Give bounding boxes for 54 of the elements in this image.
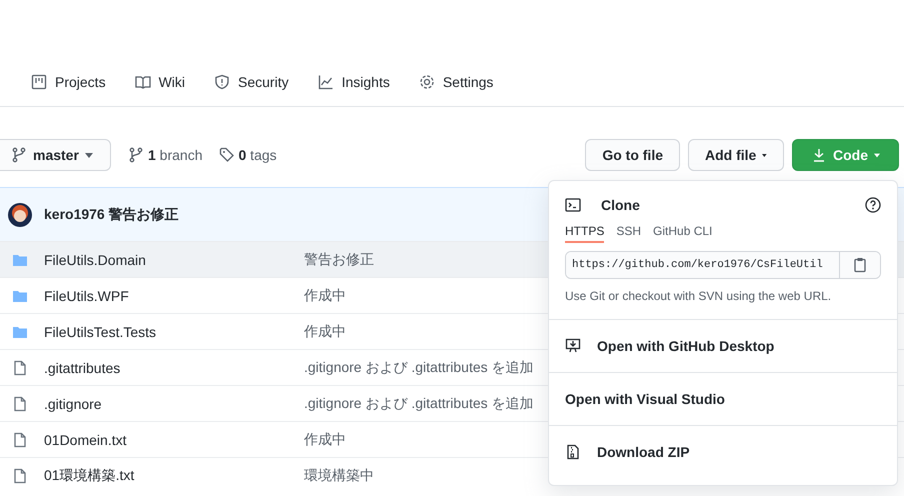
commit-message-link[interactable]: .gitignore および .gitattributes を追加 xyxy=(304,394,534,412)
desktop-icon xyxy=(565,338,581,354)
protocol-tab[interactable]: SSH xyxy=(616,224,642,243)
zip-file-icon xyxy=(565,444,581,460)
file-name-link[interactable]: FileUtils.Domain xyxy=(44,252,304,268)
file-icon xyxy=(12,468,28,484)
file-name-link[interactable]: .gitattributes xyxy=(44,360,304,376)
commit-message-link[interactable]: 作成中 xyxy=(304,322,346,340)
protocol-tab[interactable]: HTTPS xyxy=(565,224,604,243)
help-text: Use Git or checkout with SVN using the web URL. xyxy=(565,289,832,303)
file-name-link[interactable]: 01環境構築.txt xyxy=(44,466,304,484)
branch-count-link[interactable]: 1 branch xyxy=(128,147,202,163)
nav-tab[interactable]: Projects xyxy=(31,60,106,106)
add-file-button[interactable]: Add file xyxy=(688,139,784,171)
file-name-link[interactable]: FileUtils.WPF xyxy=(44,288,304,304)
file-name-link[interactable]: .gitignore xyxy=(44,396,304,412)
terminal-icon xyxy=(565,197,581,213)
commit-message-link[interactable]: 作成中 xyxy=(304,286,346,304)
gear-icon xyxy=(418,74,435,90)
tag-count-link[interactable]: 0 tags xyxy=(218,147,277,163)
commit-message-link[interactable]: .gitignore および .gitattributes を追加 xyxy=(304,358,534,376)
avatar-icon xyxy=(8,202,32,226)
file-name-link[interactable]: FileUtilsTest.Tests xyxy=(44,324,304,340)
branch-icon xyxy=(11,147,27,163)
file-name-link[interactable]: 01Domein.txt xyxy=(44,432,304,448)
nav-tab[interactable]: Wiki xyxy=(134,60,186,106)
download-icon xyxy=(811,147,827,163)
branch-button[interactable]: master xyxy=(0,139,111,171)
caret-icon xyxy=(874,152,880,158)
book-icon xyxy=(134,74,151,90)
menu-item[interactable]: Open with GitHub Desktop xyxy=(549,319,897,372)
nav-tab[interactable]: Security xyxy=(214,60,289,106)
file-icon xyxy=(12,396,28,412)
projects-icon xyxy=(31,74,47,90)
clone-title: Clone xyxy=(601,197,640,213)
commit-message-link[interactable]: 作成中 xyxy=(304,430,346,448)
branch-icon xyxy=(128,147,144,163)
go-to-file-button[interactable]: Go to file xyxy=(585,139,680,171)
commit-message: kero1976 警告お修正 xyxy=(44,206,179,224)
nav-tab[interactable]: Settings xyxy=(418,60,494,106)
protocol-tab[interactable]: GitHub CLI xyxy=(653,224,712,243)
file-icon xyxy=(12,432,28,448)
shield-icon xyxy=(214,74,230,90)
menu-item[interactable]: Open with Visual Studio xyxy=(549,372,897,425)
commit-message-link[interactable]: 環境構築中 xyxy=(304,466,374,484)
nav-tab[interactable]: Insights xyxy=(318,60,390,106)
caret-icon xyxy=(84,152,93,158)
menu-item[interactable]: Download ZIP xyxy=(549,425,897,478)
help-icon[interactable] xyxy=(865,197,881,213)
caret-icon xyxy=(762,152,767,158)
file-icon xyxy=(12,360,28,376)
graph-icon xyxy=(318,74,334,90)
tag-icon xyxy=(218,147,234,163)
commit-message-link[interactable]: 警告お修正 xyxy=(304,250,374,268)
